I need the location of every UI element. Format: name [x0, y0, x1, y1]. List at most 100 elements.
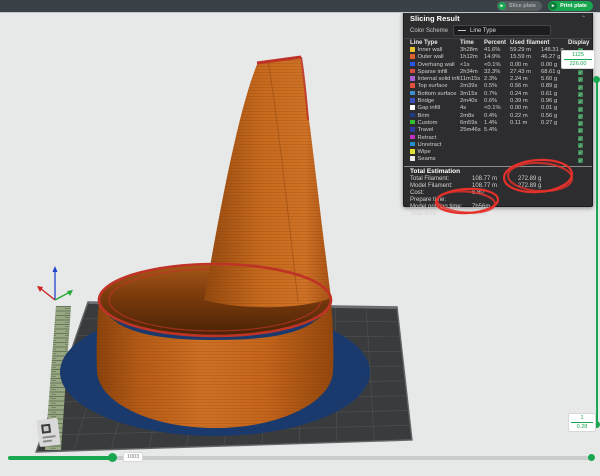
line-type-time: 3h28m	[460, 47, 484, 54]
line-type-row: Bottom surface3m15s0.7%0.24 m0.61 g✓	[404, 91, 592, 98]
step-slider-fill	[8, 456, 113, 460]
line-type-label: Wipe	[410, 149, 460, 156]
col-used-filament: Used filament	[510, 40, 568, 46]
display-checkbox[interactable]: ✓	[578, 77, 583, 82]
display-checkbox[interactable]: ✓	[578, 121, 583, 126]
step-slider-value: 1003	[123, 452, 143, 462]
total-row: Cost:6.80	[404, 190, 592, 197]
display-checkbox[interactable]: ✓	[578, 107, 583, 112]
total-value-2	[518, 204, 586, 211]
step-slider-track[interactable]	[8, 456, 592, 460]
slice-dropdown-icon[interactable]: ▸	[498, 2, 506, 10]
line-type-weight	[541, 156, 568, 163]
line-type-time	[460, 156, 484, 163]
line-type-color-swatch	[410, 149, 415, 154]
line-type-time	[460, 142, 484, 149]
total-estimation-rows: Total Filament:108.77 m272.89 gModel Fil…	[404, 176, 592, 218]
line-type-label: Bottom surface	[410, 91, 460, 98]
line-type-length	[510, 127, 541, 134]
display-checkbox[interactable]: ✓	[578, 136, 583, 141]
print-dropdown-icon[interactable]: ▸	[549, 2, 557, 10]
line-type-percent: 0.7%	[484, 91, 510, 98]
line-type-color-swatch	[410, 156, 415, 161]
step-slider-handle[interactable]	[108, 453, 117, 462]
line-type-row: Seams ✓	[404, 156, 592, 163]
line-type-color-swatch	[410, 62, 415, 67]
line-type-color-swatch	[410, 120, 415, 125]
line-type-length: 59.29 m	[510, 47, 541, 54]
line-type-weight: 0.89 g	[541, 83, 568, 90]
top-layer-number: 1125	[572, 52, 584, 59]
model-fin	[204, 57, 331, 307]
col-percent: Percent	[484, 40, 510, 46]
line-type-label: Seams	[410, 156, 460, 163]
display-checkbox[interactable]: ✓	[578, 70, 583, 75]
color-scheme-value: Line Type	[470, 28, 496, 34]
line-type-row: Custom6m59s1.4%0.11 m0.27 g✓	[404, 120, 592, 127]
layer-slider-top-handle[interactable]	[593, 76, 600, 83]
line-type-color-swatch	[410, 135, 415, 140]
col-display: Display	[568, 40, 592, 46]
line-type-percent: 41.6%	[484, 47, 510, 54]
line-type-weight: 5.60 g	[541, 76, 568, 83]
line-type-color-swatch	[410, 47, 415, 52]
bottom-layer-height: 0.28	[577, 424, 588, 431]
line-type-weight: 0.56 g	[541, 113, 568, 120]
display-checkbox[interactable]: ✓	[578, 99, 583, 104]
panel-title: Slicing Result	[410, 14, 460, 23]
display-checkbox[interactable]: ✓	[578, 85, 583, 90]
total-label: Model printing time:	[410, 204, 472, 211]
print-plate-button[interactable]: ▸ Print plate	[548, 1, 593, 11]
total-row: Model Filament:108.77 m272.89 g	[404, 183, 592, 190]
line-type-weight: 0.27 g	[541, 120, 568, 127]
display-checkbox[interactable]: ✓	[578, 92, 583, 97]
line-type-time: 2m8s	[460, 113, 484, 120]
line-type-length: 27.43 m	[510, 69, 541, 76]
total-value-1: 7h56m	[472, 204, 518, 211]
total-value-2	[518, 197, 586, 204]
line-type-color-swatch	[410, 127, 415, 132]
display-checkbox[interactable]: ✓	[578, 143, 583, 148]
total-row: Prepare time:	[404, 197, 592, 204]
color-scheme-dropdown[interactable]: Line Type	[453, 25, 551, 36]
step-slider-end-handle[interactable]	[588, 454, 595, 461]
line-type-label: Top surface	[410, 83, 460, 90]
line-type-color-swatch	[410, 142, 415, 147]
display-checkbox[interactable]: ✓	[578, 158, 583, 163]
line-type-row: Wipe ✓	[404, 149, 592, 156]
line-type-percent: 0.5%	[484, 83, 510, 90]
slice-plate-button[interactable]: ▸ Slice plate	[497, 1, 542, 11]
line-type-icon	[458, 30, 466, 32]
line-type-label: Sparse infill	[410, 69, 460, 76]
line-type-time: 1h12m	[460, 54, 484, 61]
totals-divider	[404, 166, 592, 167]
total-value-1: 8h4m	[472, 211, 518, 218]
line-type-weight	[541, 149, 568, 156]
color-scheme-label: Color Scheme	[410, 28, 448, 34]
slice-plate-label: Slice plate	[509, 3, 536, 9]
line-type-time: 6m59s	[460, 120, 484, 127]
line-type-row: Internal solid infill11m15s2.3%2.24 m5.6…	[404, 76, 592, 83]
line-type-length: 0.39 m	[510, 98, 541, 105]
layer-slider-track[interactable]	[596, 80, 598, 425]
line-type-time	[460, 135, 484, 142]
display-checkbox[interactable]: ✓	[578, 128, 583, 133]
slicing-result-panel: Slicing Result ⌃ Color Scheme Line Type …	[403, 11, 593, 207]
line-type-time: 2m39s	[460, 83, 484, 90]
line-type-percent	[484, 149, 510, 156]
line-type-percent: 0.6%	[484, 98, 510, 105]
line-type-length	[510, 142, 541, 149]
line-type-color-swatch	[410, 98, 415, 103]
model-vase[interactable]	[97, 57, 334, 428]
line-type-color-swatch	[410, 76, 415, 81]
display-checkbox[interactable]: ✓	[578, 150, 583, 155]
line-type-percent: 2.3%	[484, 76, 510, 83]
top-bar: ▸ Slice plate ▸ Print plate	[0, 0, 600, 13]
collapse-panel-icon[interactable]: ⌃	[581, 15, 586, 22]
total-estimation-title: Total Estimation	[404, 168, 592, 176]
line-type-label: Outer wall	[410, 54, 460, 61]
col-line-type: Line Type	[410, 40, 460, 46]
line-type-color-swatch	[410, 54, 415, 59]
display-checkbox[interactable]: ✓	[578, 114, 583, 119]
total-value-1	[472, 197, 518, 204]
